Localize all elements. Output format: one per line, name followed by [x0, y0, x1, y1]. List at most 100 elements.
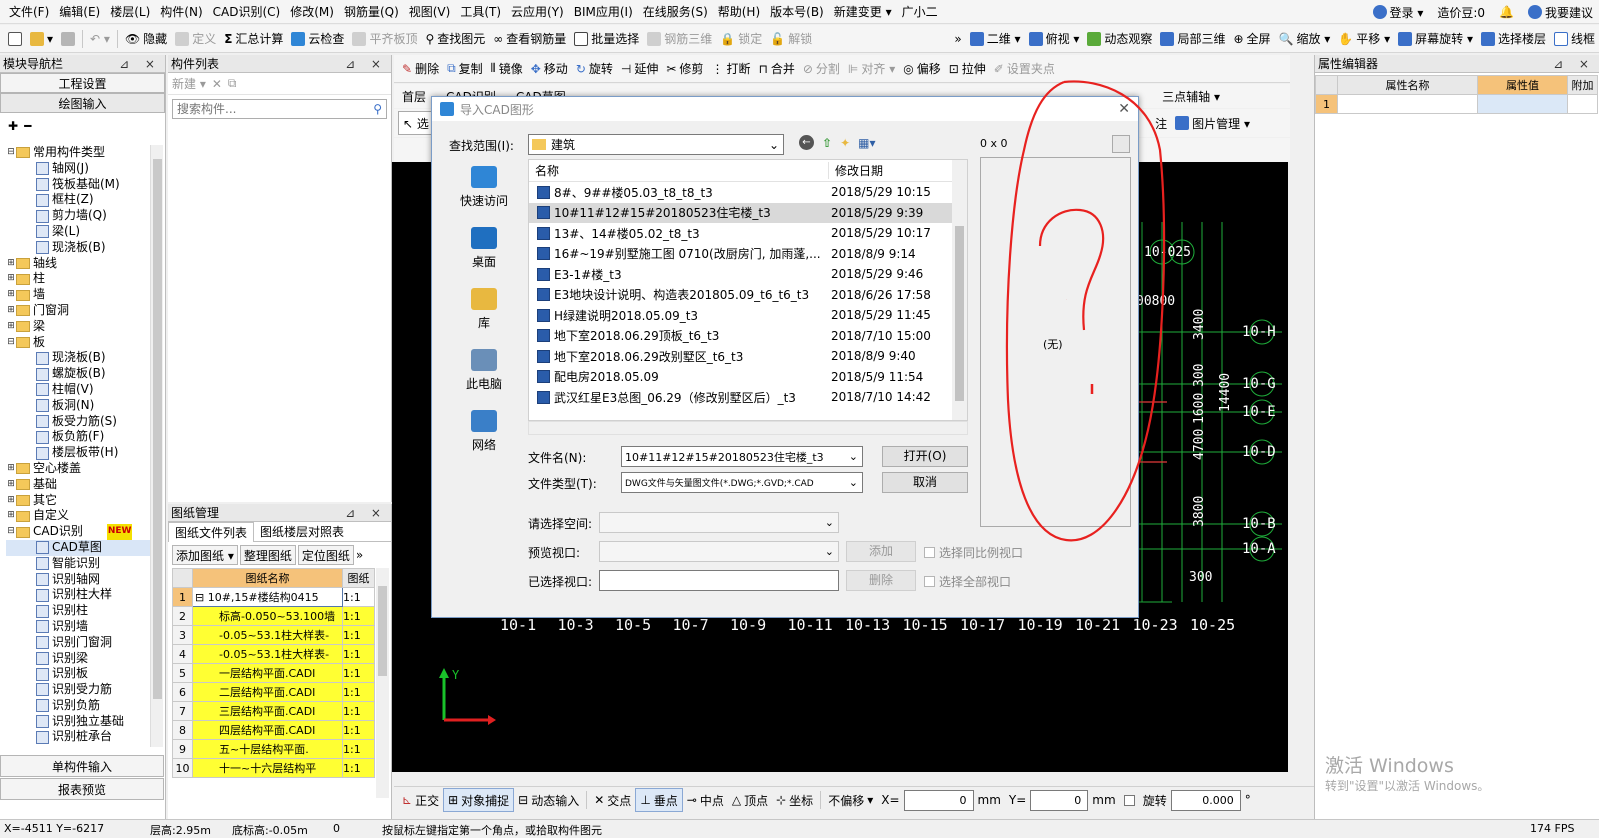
tree-node[interactable]: 识别柱 — [6, 603, 154, 619]
attr-extra-cell[interactable] — [1567, 94, 1598, 114]
menu-item-5[interactable]: 修改(M) — [285, 0, 339, 24]
pic-mgr-dropdown[interactable]: 图片管理 ▾ — [1171, 111, 1254, 135]
menu-item-15[interactable]: 广小二 — [897, 0, 943, 24]
menu-item-1[interactable]: 编辑(E) — [54, 0, 105, 24]
collapse-icon[interactable]: ⊟ — [6, 335, 16, 351]
summary-button[interactable]: Σ 汇总计算 — [220, 27, 287, 51]
rotate-checkbox[interactable] — [1123, 794, 1135, 806]
report-preview-button[interactable]: 报表预览 — [0, 778, 164, 800]
lock-button[interactable]: 🔒 锁定 — [716, 27, 766, 51]
menu-item-7[interactable]: 视图(V) — [404, 0, 456, 24]
tree-node[interactable]: ⊞ 轴线 — [6, 256, 154, 272]
drawing-name-cell[interactable]: -0.05~53.1柱大样表- — [192, 644, 343, 664]
table-row[interactable]: 3 -0.05~53.1柱大样表- 1:1 — [172, 625, 375, 645]
file-list-hscroll[interactable] — [528, 421, 968, 435]
menu-item-8[interactable]: 工具(T) — [455, 0, 506, 24]
mirror-button[interactable]: ⫴ 镜像 — [487, 57, 527, 81]
local3d-button[interactable]: 局部三维 — [1156, 27, 1229, 51]
tree-node[interactable]: 轴网(J) — [6, 161, 154, 177]
unlock-button[interactable]: 🔓 解锁 — [766, 27, 816, 51]
x-input[interactable]: 0 — [903, 789, 974, 811]
new-component-button[interactable]: 新建 ▾ — [172, 75, 206, 92]
collapse-icon[interactable]: ⊟ — [6, 524, 16, 540]
menu-item-2[interactable]: 楼层(L) — [105, 0, 155, 24]
menu-item-9[interactable]: 云应用(Y) — [506, 0, 569, 24]
menu-item-11[interactable]: 在线服务(S) — [638, 0, 713, 24]
define-button[interactable]: 定义 — [171, 27, 220, 51]
snap-toggle[interactable]: ⊞ 对象捕捉 — [443, 788, 515, 812]
file-row[interactable]: 地下室2018.06.29改别墅区_t6_t3 2018/8/9 9:40 — [529, 346, 967, 367]
wireframe-button[interactable]: 线框 — [1550, 27, 1599, 51]
tree-node[interactable]: ⊟ 常用构件类型 — [6, 145, 154, 161]
tree-node[interactable]: 识别受力筋 — [6, 682, 154, 698]
tree-node[interactable]: 识别轴网 — [6, 572, 154, 588]
select-all-checkbox[interactable]: 选择全部视口 — [924, 573, 1011, 590]
drawing-scale-cell[interactable]: 1:1 — [342, 739, 375, 759]
tree-scrollbar[interactable] — [150, 145, 163, 747]
tree-node[interactable]: 筏板基础(M) — [6, 177, 154, 193]
extend-button[interactable]: ⊣ 延伸 — [617, 57, 662, 81]
table-row[interactable]: 7 三层结构平面.CADI 1:1 — [172, 701, 375, 721]
preview-toggle-icon[interactable] — [1112, 135, 1130, 153]
tree-node[interactable]: 板负筋(F) — [6, 429, 154, 445]
break-button[interactable]: ⋮ 打断 — [707, 57, 754, 81]
tree-node[interactable]: 楼层板带(H) — [6, 445, 154, 461]
tree-node[interactable]: 现浇板(B) — [6, 350, 154, 366]
stretch-button[interactable]: ⊡ 拉伸 — [945, 57, 990, 81]
menu-item-6[interactable]: 钢筋量(Q) — [339, 0, 404, 24]
expand-icon[interactable]: ⊞ — [6, 477, 16, 493]
floor-selector[interactable]: 首层 — [402, 88, 426, 105]
drawing-scale-cell[interactable]: 1:1 — [342, 625, 375, 645]
drawing-input-button[interactable]: 绘图输入 — [0, 93, 165, 113]
expand-icon[interactable]: ⊞ — [6, 271, 16, 287]
col-attr-extra[interactable]: 附加 — [1567, 75, 1598, 95]
menu-item-14[interactable]: 新建变更 ▾ — [829, 0, 897, 24]
tree-node[interactable]: 识别门窗洞 — [6, 635, 154, 651]
tree-node[interactable]: ⊟ CAD识别 NEW — [6, 524, 154, 540]
panel-pin-close[interactable]: ⊿ × — [1553, 55, 1599, 72]
select-tool[interactable]: ↖ 选 — [398, 111, 434, 135]
file-row[interactable]: 地下室2018.06.29顶板_t6_t3 2018/7/10 15:00 — [529, 326, 967, 347]
tree-node[interactable]: 梁(L) — [6, 224, 154, 240]
three-point-axis-button[interactable]: 三点辅轴 ▾ — [1162, 88, 1220, 105]
space-dropdown[interactable]: ⌄ — [599, 512, 839, 533]
ortho-toggle[interactable]: ⊾ 正交 — [398, 788, 443, 812]
login-button[interactable]: 登录 ▾ — [1372, 4, 1423, 21]
file-row[interactable]: 16#~19#别墅施工图 0710(改厨房门, 加雨蓬,... 2018/8/9 … — [529, 244, 967, 265]
view2d-dropdown[interactable]: 二维 ▾ — [966, 27, 1025, 51]
move-button[interactable]: ✥ 移动 — [527, 57, 572, 81]
hide-button[interactable]: 👁 隐藏 — [121, 27, 171, 51]
tree-node[interactable]: 识别负筋 — [6, 698, 154, 714]
zoom-dropdown[interactable]: 🔍 缩放 ▾ — [1275, 27, 1335, 51]
filetype-dropdown[interactable]: DWG文件与矢量图文件(*.DWG;*.GVD;*.CAD ⌄ — [621, 472, 863, 493]
drawing-name-cell[interactable]: ⊟ 10#,15#楼结构0415 — [192, 587, 343, 607]
project-settings-button[interactable]: 工程设置 — [0, 73, 165, 93]
save-icon[interactable] — [57, 27, 79, 51]
expand-all-icon[interactable]: ✚ — [8, 119, 18, 133]
rebar3d-button[interactable]: 钢筋三维 — [643, 27, 716, 51]
expand-icon[interactable]: ⊞ — [6, 287, 16, 303]
find-button[interactable]: ⚲ 查找图元 — [421, 27, 489, 51]
panel-pin-close[interactable]: ⊿ × — [345, 504, 391, 521]
file-row[interactable]: 13#、14#楼05.02_t8_t3 2018/5/29 10:17 — [529, 223, 967, 244]
tree-node[interactable]: ⊟ 板 — [6, 335, 154, 351]
drawing-name-cell[interactable]: 一层结构平面.CADI — [192, 663, 343, 683]
view-menu-icon[interactable]: ▦▾ — [858, 136, 875, 150]
expand-icon[interactable]: ⊞ — [6, 303, 16, 319]
select-floor-button[interactable]: 选择楼层 — [1477, 27, 1550, 51]
tree-node[interactable]: ⊞ 门窗洞 — [6, 303, 154, 319]
top-view-dropdown[interactable]: 俯视 ▾ — [1025, 27, 1084, 51]
rotate-screen-dropdown[interactable]: 屏幕旋转 ▾ — [1394, 27, 1477, 51]
tree-node[interactable]: 识别梁 — [6, 651, 154, 667]
drawing-scale-cell[interactable]: 1:1 — [342, 682, 375, 702]
drawing-table-scrollbar[interactable] — [376, 568, 389, 798]
menu-item-4[interactable]: CAD识别(C) — [208, 0, 286, 24]
viewport-dropdown[interactable]: ⌄ — [599, 541, 839, 562]
panel-pin-close[interactable]: ⊿ × — [119, 55, 165, 72]
tree-node[interactable]: 现浇板(B) — [6, 240, 154, 256]
expand-icon[interactable]: ⊞ — [6, 319, 16, 335]
drawing-scale-cell[interactable]: 1:1 — [342, 663, 375, 683]
col-name[interactable]: 名称 — [529, 162, 829, 179]
col-attr-value[interactable]: 属性值 — [1477, 75, 1568, 95]
overflow-icon[interactable]: » — [356, 548, 363, 562]
